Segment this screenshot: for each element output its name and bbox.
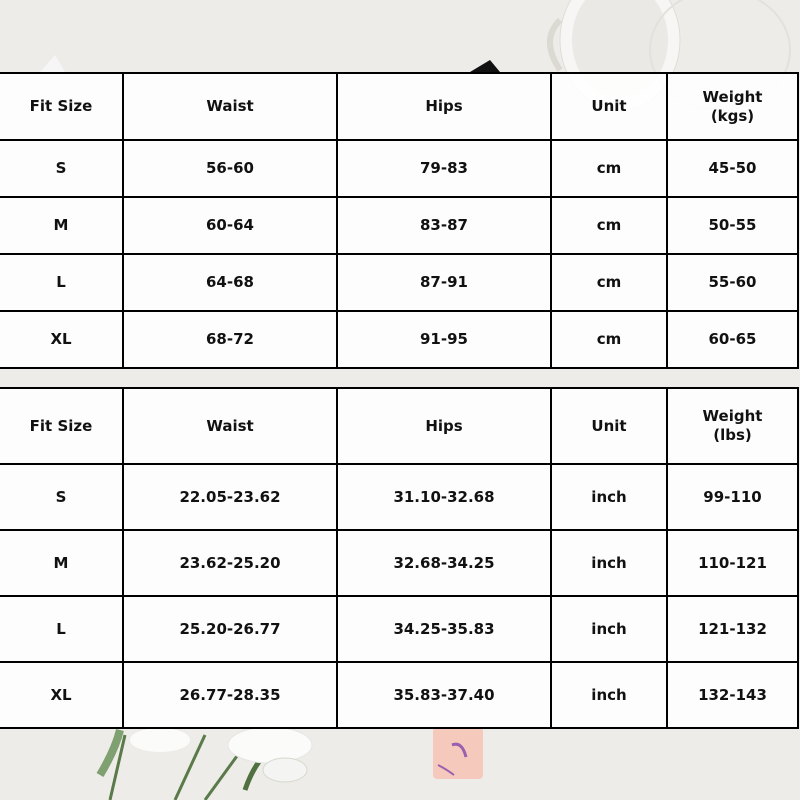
cell-weight: 45-50 [666,139,799,198]
cell-weight: 132-143 [666,661,799,729]
table-row: M 60-64 83-87 cm 50-55 [0,196,799,255]
header-weight: Weight (lbs) [666,387,799,465]
header-weight-unit: (kgs) [710,106,755,125]
cell-unit: inch [550,529,668,597]
cell-hips: 35.83-37.40 [336,661,552,729]
cell-size: M [0,196,124,255]
table-header-row: Fit Size Waist Hips Unit Weight (kgs) [0,72,799,141]
cell-waist: 22.05-23.62 [122,463,338,531]
cell-weight: 55-60 [666,253,799,312]
cell-size: S [0,463,124,531]
table-row: L 25.20-26.77 34.25-35.83 inch 121-132 [0,595,799,663]
cell-unit: cm [550,196,668,255]
cell-unit: inch [550,463,668,531]
cell-waist: 23.62-25.20 [122,529,338,597]
header-weight: Weight (kgs) [666,72,799,141]
cell-hips: 31.10-32.68 [336,463,552,531]
cell-hips: 34.25-35.83 [336,595,552,663]
header-waist: Waist [122,72,338,141]
header-hips: Hips [336,72,552,141]
cell-waist: 64-68 [122,253,338,312]
header-unit: Unit [550,387,668,465]
header-fit-size: Fit Size [0,387,124,465]
cell-size: L [0,253,124,312]
cell-weight: 110-121 [666,529,799,597]
cell-waist: 60-64 [122,196,338,255]
table-row: L 64-68 87-91 cm 55-60 [0,253,799,312]
size-chart-imperial: Fit Size Waist Hips Unit Weight (lbs) S … [0,387,799,729]
size-chart-metric: Fit Size Waist Hips Unit Weight (kgs) S … [0,72,799,369]
cell-hips: 32.68-34.25 [336,529,552,597]
cell-hips: 83-87 [336,196,552,255]
header-weight-label: Weight [702,87,763,106]
table-header-row: Fit Size Waist Hips Unit Weight (lbs) [0,387,799,465]
header-unit: Unit [550,72,668,141]
table-row: M 23.62-25.20 32.68-34.25 inch 110-121 [0,529,799,597]
cell-size: S [0,139,124,198]
cell-weight: 50-55 [666,196,799,255]
cell-hips: 91-95 [336,310,552,369]
table-row: XL 26.77-28.35 35.83-37.40 inch 132-143 [0,661,799,729]
cell-waist: 56-60 [122,139,338,198]
cell-size: M [0,529,124,597]
header-waist: Waist [122,387,338,465]
cell-unit: inch [550,661,668,729]
cell-unit: cm [550,253,668,312]
cell-unit: cm [550,310,668,369]
header-weight-unit: (lbs) [713,426,752,444]
header-weight-label: Weight [702,407,763,425]
ribbon-illustration [433,727,483,779]
cell-hips: 79-83 [336,139,552,198]
table-row: S 22.05-23.62 31.10-32.68 inch 99-110 [0,463,799,531]
cell-size: XL [0,661,124,729]
header-fit-size: Fit Size [0,72,124,141]
cell-unit: inch [550,595,668,663]
cell-weight: 99-110 [666,463,799,531]
header-hips: Hips [336,387,552,465]
table-row: S 56-60 79-83 cm 45-50 [0,139,799,198]
cell-unit: cm [550,139,668,198]
cell-waist: 68-72 [122,310,338,369]
cell-waist: 25.20-26.77 [122,595,338,663]
cell-size: L [0,595,124,663]
cell-weight: 121-132 [666,595,799,663]
cell-waist: 26.77-28.35 [122,661,338,729]
cell-size: XL [0,310,124,369]
cell-weight: 60-65 [666,310,799,369]
cell-hips: 87-91 [336,253,552,312]
table-row: XL 68-72 91-95 cm 60-65 [0,310,799,369]
